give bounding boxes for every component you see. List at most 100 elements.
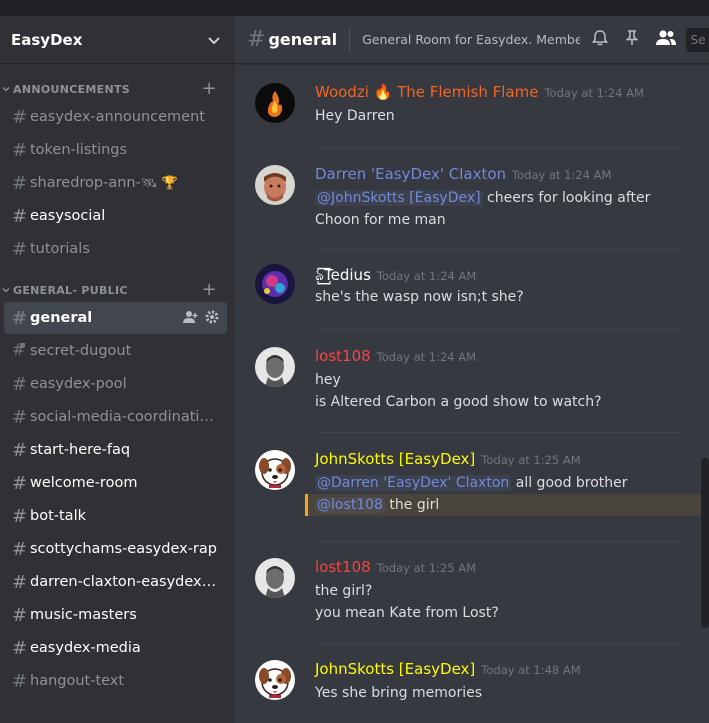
channel-item-tutorials[interactable]: # tutorials xyxy=(4,233,227,265)
message-text: you mean Kate from Lost? xyxy=(315,605,499,621)
category-label: GENERAL- PUBLIC xyxy=(13,283,128,297)
channel-name: music-masters xyxy=(30,607,137,623)
message-line: @Darren 'EasyDex' Claxton all good broth… xyxy=(315,472,693,494)
message-content: Darren 'EasyDex' Claxton Today at 1:24 AM… xyxy=(315,165,693,231)
author-name[interactable]: Woodzi 🔥 The Flemish Flame xyxy=(315,83,538,101)
hash-icon: # xyxy=(12,604,28,626)
author-name[interactable]: lost108 xyxy=(315,558,371,576)
author-name[interactable]: lost108 xyxy=(315,347,371,365)
channel-item-hangout-text[interactable]: # hangout-text xyxy=(4,665,227,697)
author-name[interactable]: Darren 'EasyDex' Claxton xyxy=(315,165,506,183)
category-toggle[interactable]: ANNOUNCEMENTS xyxy=(2,83,130,96)
message-line: hey xyxy=(315,369,693,391)
message-content: Woodzi 🔥 The Flemish Flame Today at 1:24 … xyxy=(315,83,693,127)
channel-item-darren-claxton-easydex-st[interactable]: # darren-claxton-easydex-st... xyxy=(4,566,227,598)
hash-icon: # xyxy=(12,439,28,461)
message-divider xyxy=(315,329,681,330)
server-header[interactable]: EasyDex xyxy=(0,16,235,64)
message-line: the girl? xyxy=(315,580,693,602)
hash-icon: # xyxy=(12,106,28,128)
timestamp: Today at 1:24 AM xyxy=(512,168,612,182)
avatar[interactable] xyxy=(255,83,295,123)
chevron-down-icon xyxy=(2,83,10,96)
category-header[interactable]: ANNOUNCEMENTS + xyxy=(0,78,235,100)
message-divider xyxy=(315,148,681,149)
message-content: JohnSkotts [EasyDex] Today at 1:25 AM @Dar… xyxy=(305,450,704,516)
hash-icon: # xyxy=(12,172,28,194)
channel-name: easydex-announcement xyxy=(30,109,205,125)
message-line: @JohnSkotts [EasyDex] cheers for looking… xyxy=(315,187,693,209)
timestamp: Today at 1:25 AM xyxy=(376,561,477,575)
message-line: you mean Kate from Lost? xyxy=(315,602,693,624)
channel-name: social-media-coordination... xyxy=(30,409,220,425)
author-name[interactable]: JohnSkotts [EasyDex] xyxy=(315,660,475,678)
channel-item-sharedrop-ann[interactable]: # sharedrop-ann- 🛰 🏆 xyxy=(4,167,227,199)
channel-item-bot-talk[interactable]: # bot-talk xyxy=(4,500,227,532)
pin-icon[interactable] xyxy=(622,28,642,52)
channel-name: easydex-media xyxy=(30,640,141,656)
message-text: is Altered Carbon a good show to watch? xyxy=(315,394,602,410)
channel-item-secret-dugout[interactable]: # secret-dugout xyxy=(4,335,227,367)
user-mention[interactable]: @Darren 'EasyDex' Claxton xyxy=(315,475,512,491)
message-line: Choon for me man xyxy=(315,209,693,231)
message: Woodzi 🔥 The Flemish Flame Today at 1:24 … xyxy=(235,83,693,127)
add-member-icon[interactable] xyxy=(183,310,199,328)
channel-name: easysocial xyxy=(30,208,106,224)
channel-item-music-masters[interactable]: # music-masters xyxy=(4,599,227,631)
hash-icon: # xyxy=(12,406,28,428)
message-text: the girl? xyxy=(315,583,373,599)
hash-icon: # xyxy=(12,505,28,527)
category-header[interactable]: GENERAL- PUBLIC + xyxy=(0,279,235,301)
channel-item-easysocial[interactable]: # easysocial xyxy=(4,200,227,232)
avatar[interactable] xyxy=(255,347,295,387)
user-mention[interactable]: @lost108 xyxy=(315,497,385,513)
channel-name: welcome-room xyxy=(30,475,138,491)
message-divider xyxy=(315,432,681,433)
category-toggle[interactable]: GENERAL- PUBLIC xyxy=(2,284,128,297)
channel-item-scottychams-easydex-rap[interactable]: # scottychams-easydex-rap xyxy=(4,533,227,565)
message-header: Darren 'EasyDex' Claxton Today at 1:24 AM xyxy=(315,165,693,187)
hash-icon: # xyxy=(12,670,28,692)
avatar[interactable] xyxy=(255,558,295,598)
search-input[interactable]: Se xyxy=(686,27,709,52)
channel-item-general[interactable]: # general xyxy=(4,302,227,334)
message: lost108 Today at 1:24 AM hey is Altered Car… xyxy=(235,347,693,413)
chat-area: # general General Room for Easydex. Memb… xyxy=(235,16,709,723)
channel-topic[interactable]: General Room for Easydex. Members ... xyxy=(362,32,580,47)
avatar[interactable] xyxy=(255,264,295,304)
channel-item-token-listings[interactable]: # token-listings xyxy=(4,134,227,166)
channel-item-easydex-media[interactable]: # easydex-media xyxy=(4,632,227,664)
user-mention[interactable]: @JohnSkotts [EasyDex] xyxy=(315,190,483,206)
header-icons xyxy=(590,28,678,52)
channel-item-start-here-faq[interactable]: # start-here-faq xyxy=(4,434,227,466)
message-text: Yes she bring memories xyxy=(315,685,483,701)
chevron-down-icon[interactable] xyxy=(207,33,221,47)
add-channel-icon[interactable]: + xyxy=(202,80,217,98)
avatar[interactable] xyxy=(255,660,295,700)
message-list: Woodzi 🔥 The Flemish Flame Today at 1:24 … xyxy=(235,64,709,723)
message-divider xyxy=(315,541,681,542)
lock-hash-icon: # xyxy=(12,340,25,362)
bell-icon[interactable] xyxy=(590,28,610,52)
channel-actions xyxy=(183,310,219,328)
avatar[interactable] xyxy=(255,165,295,205)
channel-name: start-here-faq xyxy=(30,442,131,458)
channel-item-welcome-room[interactable]: # welcome-room xyxy=(4,467,227,499)
channel-item-easydex-pool[interactable]: # easydex-pool xyxy=(4,368,227,400)
avatar[interactable] xyxy=(255,450,295,490)
hash-icon: # xyxy=(247,27,266,52)
message-text: all good brother xyxy=(511,475,628,491)
members-icon[interactable] xyxy=(654,28,678,52)
author-name[interactable]: JohnSkotts [EasyDex] xyxy=(315,450,475,468)
message-header: lost108 Today at 1:24 AM xyxy=(315,347,693,369)
gear-icon[interactable] xyxy=(205,310,219,328)
channel-item-easydex-announcement[interactable]: # easydex-announcement xyxy=(4,101,227,133)
message-header: JohnSkotts [EasyDex] Today at 1:25 AM xyxy=(315,450,693,472)
add-channel-icon[interactable]: + xyxy=(202,281,217,299)
channel-item-social-media-coordination[interactable]: # social-media-coordination... xyxy=(4,401,227,433)
header-divider xyxy=(349,27,351,52)
title-bar xyxy=(0,0,709,16)
channel-title: general xyxy=(268,30,338,49)
timestamp: Today at 1:24 AM xyxy=(376,350,477,364)
scrollbar-thumb[interactable] xyxy=(701,458,709,628)
